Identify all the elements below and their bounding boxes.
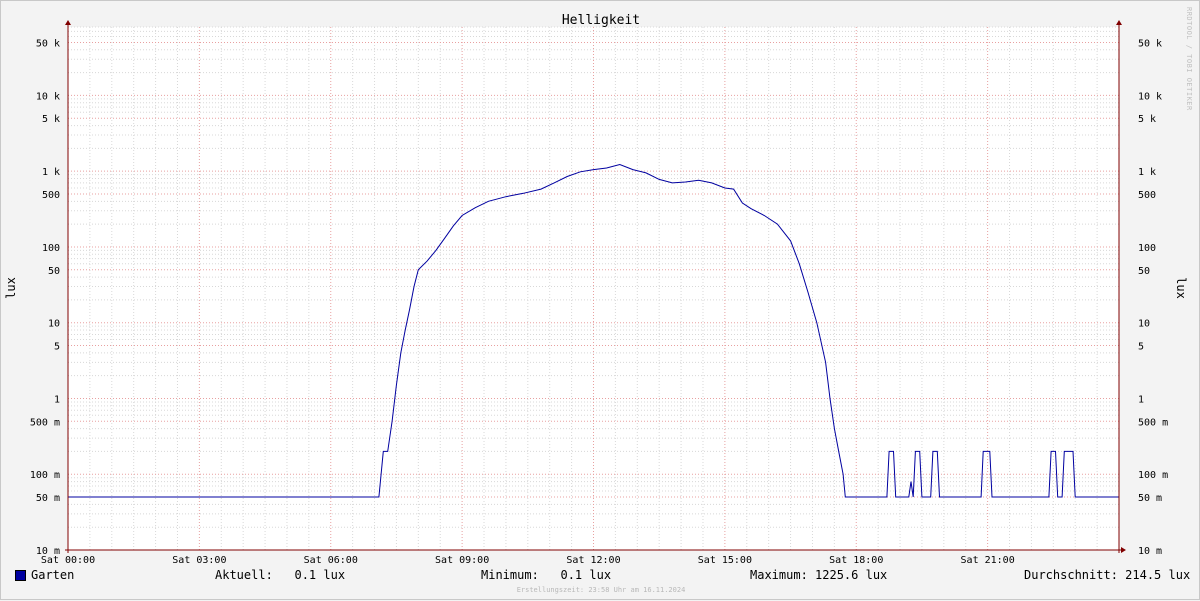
y-tick-labels-right: 50 k 10 k 5 k 1 k 500 100 50 10 5 1 500 m 100 m 50 m… xyxy=(1138,38,1168,557)
x-tick-label: Sat 18:00 xyxy=(829,555,883,566)
y-tick-label-right: 100 xyxy=(1138,243,1156,254)
y-tick-label-left: 10 xyxy=(48,319,60,330)
chart-title: Helligkeit xyxy=(562,13,640,28)
legend-minimum-label: Minimum: xyxy=(481,568,539,582)
y-tick-labels-left: 50 k 10 k 5 k 1 k 500 100 50 10 5 1 500 m 100 m 50 m… xyxy=(30,38,60,557)
x-tick-label: Sat 12:00 xyxy=(566,555,620,566)
y-axis-arrow-right xyxy=(1116,20,1122,25)
x-axis-arrow xyxy=(1121,547,1126,553)
y-tick-label-left: 50 xyxy=(48,266,60,277)
legend-current: Aktuell: 0.1 lux xyxy=(215,568,345,582)
x-tick-label: Sat 03:00 xyxy=(172,555,226,566)
footer-timestamp: Erstellungszeit: 23:58 Uhr am 16.11.2024 xyxy=(516,586,686,594)
watermark: RRDTOOL / TOBI OETIKER xyxy=(1185,7,1193,111)
y-tick-label-right: 500 xyxy=(1138,190,1156,201)
legend-minimum: Minimum: 0.1 lux xyxy=(481,568,611,582)
y-axis-arrow-left xyxy=(65,20,71,25)
legend-maximum-label: Maximum: xyxy=(750,568,808,582)
legend-average: Durchschnitt: 214.5 lux xyxy=(1024,568,1190,582)
y-tick-label-left: 5 xyxy=(54,342,60,353)
y-tick-label-left: 50 m xyxy=(36,493,60,504)
line-chart: 50 k 10 k 5 k 1 k 500 100 50 10 5 1 500 m 100 m 50 m… xyxy=(4,13,1188,566)
y-tick-label-right: 1 k xyxy=(1138,167,1156,178)
x-tick-label: Sat 15:00 xyxy=(698,555,752,566)
y-tick-label-left: 1 k xyxy=(42,167,60,178)
y-axis-label-right: lux xyxy=(1174,277,1188,299)
legend-maximum-value: 1225.6 lux xyxy=(815,568,888,582)
y-tick-label-right: 10 k xyxy=(1138,91,1162,102)
y-tick-label-right: 10 m xyxy=(1138,546,1162,557)
chart-frame: 50 k 10 k 5 k 1 k 500 100 50 10 5 1 500 m 100 m 50 m… xyxy=(0,0,1200,600)
y-tick-label-left: 500 m xyxy=(30,417,60,428)
x-tick-labels: Sat 00:00 Sat 03:00 Sat 06:00 Sat 09:00 Sat … xyxy=(41,555,1015,566)
legend-series-name: Garten xyxy=(31,568,75,582)
y-tick-label-right: 1 xyxy=(1138,394,1144,405)
y-tick-label-left: 500 xyxy=(42,190,60,201)
y-tick-label-right: 500 m xyxy=(1138,417,1168,428)
x-tick-label: Sat 21:00 xyxy=(961,555,1015,566)
y-axis-label-left: lux xyxy=(4,277,18,299)
legend-current-value: 0.1 lux xyxy=(294,568,346,582)
y-tick-label-left: 10 k xyxy=(36,91,60,102)
legend-average-label: Durchschnitt: xyxy=(1024,568,1118,582)
y-tick-label-right: 5 xyxy=(1138,342,1144,353)
x-tick-label: Sat 09:00 xyxy=(435,555,489,566)
y-tick-label-right: 50 xyxy=(1138,266,1150,277)
y-tick-label-left: 50 k xyxy=(36,38,60,49)
legend-average-value: 214.5 lux xyxy=(1125,568,1191,582)
y-tick-label-left: 1 xyxy=(54,394,60,405)
y-tick-label-left: 5 k xyxy=(42,114,60,125)
legend-minimum-value: 0.1 lux xyxy=(560,568,612,582)
legend-maximum: Maximum: 1225.6 lux xyxy=(750,568,887,582)
y-tick-label-right: 100 m xyxy=(1138,470,1168,481)
y-tick-label-left: 100 m xyxy=(30,470,60,481)
x-tick-label: Sat 06:00 xyxy=(304,555,358,566)
x-tick-label: Sat 00:00 xyxy=(41,555,95,566)
y-tick-label-right: 50 k xyxy=(1138,38,1162,49)
y-tick-label-right: 5 k xyxy=(1138,114,1156,125)
legend-swatch xyxy=(15,570,26,581)
y-tick-label-right: 10 xyxy=(1138,319,1150,330)
y-tick-label-left: 100 xyxy=(42,243,60,254)
y-tick-label-right: 50 m xyxy=(1138,493,1162,504)
legend-current-label: Aktuell: xyxy=(215,568,273,582)
